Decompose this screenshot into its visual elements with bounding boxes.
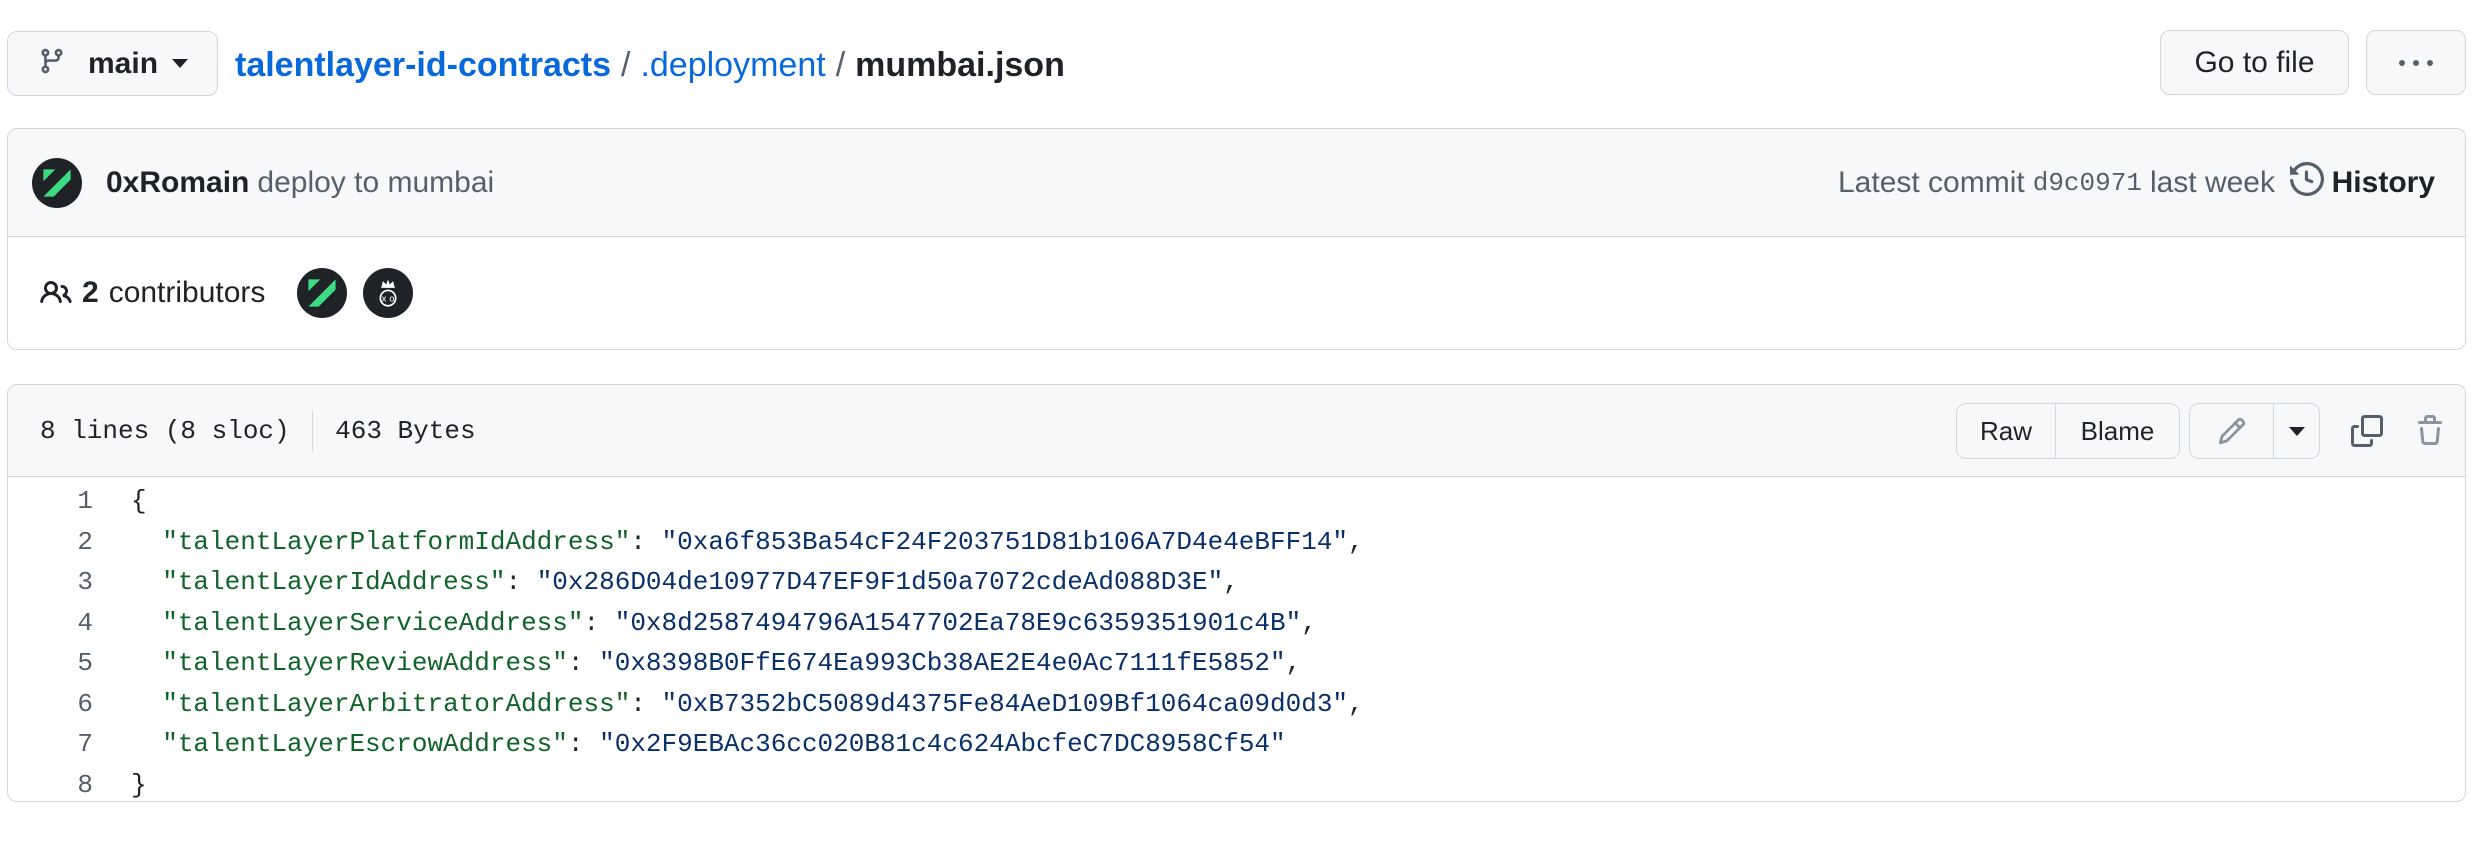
- code-line: 7 "talentLayerEscrowAddress": "0x2F9EBAc…: [8, 724, 2465, 765]
- line-number[interactable]: 4: [8, 608, 93, 638]
- talentlayer-logo-icon: [308, 279, 337, 307]
- json-colon: :: [505, 567, 537, 598]
- json-value: "0x2F9EBAc36cc020B81c4c624AbcfeC7DC8958C…: [599, 729, 1286, 760]
- line-number[interactable]: 1: [8, 486, 93, 516]
- contributors-count: 2: [82, 276, 99, 309]
- trash-icon: [2418, 415, 2442, 445]
- code-line: 6 "talentLayerArbitratorAddress": "0xB73…: [8, 684, 2465, 725]
- json-key: "talentLayerEscrowAddress": [162, 729, 568, 760]
- go-to-file-button[interactable]: Go to file: [2160, 30, 2349, 95]
- breadcrumb-separator: /: [621, 45, 631, 84]
- latest-commit-label: Latest commit: [1837, 166, 2025, 199]
- json-colon: :: [567, 729, 600, 760]
- history-link[interactable]: History: [2289, 129, 2435, 237]
- avatar[interactable]: [32, 157, 82, 208]
- breadcrumb: talentlayer-id-contracts / .deployment /…: [235, 40, 1065, 90]
- commit-author-link[interactable]: 0xRomain: [106, 166, 249, 200]
- kebab-horizontal-icon: [2399, 59, 2433, 66]
- line-number[interactable]: 8: [8, 770, 93, 800]
- avatar[interactable]: x o: [363, 268, 414, 318]
- json-key: "talentLayerReviewAddress": [162, 648, 568, 679]
- json-key: "talentLayerServiceAddress": [162, 607, 584, 638]
- blame-button[interactable]: Blame: [2055, 404, 2179, 458]
- code-view: 1 { 2 "talentLayerPlatformIdAddress": "0…: [8, 477, 2465, 802]
- breadcrumb-folder-link[interactable]: .deployment: [640, 46, 825, 85]
- line-number[interactable]: 2: [8, 527, 93, 557]
- json-comma: ,: [1223, 567, 1239, 598]
- code-line: 5 "talentLayerReviewAddress": "0x8398B0F…: [8, 643, 2465, 684]
- json-key: "talentLayerIdAddress": [162, 567, 506, 598]
- commit-time: last week: [2149, 166, 2275, 199]
- code-line: 4 "talentLayerServiceAddress": "0x8d2587…: [8, 603, 2465, 644]
- json-comma: ,: [1348, 688, 1364, 719]
- json-comma: ,: [1348, 526, 1364, 557]
- file-header: 8 lines (8 sloc) 463 Bytes Raw Blame: [8, 385, 2465, 477]
- code-line: 2 "talentLayerPlatformIdAddress": "0xa6f…: [8, 522, 2465, 563]
- branch-name: main: [88, 46, 159, 80]
- latest-commit-panel: 0xRomain deploy to mumbai Latest commit …: [7, 128, 2466, 350]
- json-comma: ,: [1285, 648, 1302, 679]
- file-size: 463 Bytes: [335, 415, 476, 446]
- git-branch-icon: [38, 47, 66, 80]
- commit-message-link[interactable]: deploy to mumbai: [257, 166, 494, 200]
- chevron-down-icon: [2288, 426, 2305, 436]
- json-colon: :: [630, 526, 662, 557]
- crown-face-icon: x o: [379, 279, 397, 307]
- contributors-row: 2 contributors x o: [8, 237, 2465, 349]
- history-label: History: [2331, 166, 2435, 199]
- json-value: "0x286D04de10977D47EF9F1d50a7072cdeAd088…: [536, 567, 1224, 598]
- json-key: "talentLayerArbitratorAddress": [162, 688, 631, 719]
- pencil-icon: [2218, 417, 2245, 445]
- branch-selector-button[interactable]: main: [7, 31, 218, 96]
- file-lines-info: 8 lines (8 sloc): [40, 415, 290, 446]
- file-navigation-bar: main talentlayer-id-contracts / .deploym…: [0, 0, 2480, 128]
- latest-commit-row: 0xRomain deploy to mumbai Latest commit …: [8, 129, 2465, 237]
- contributors-label[interactable]: contributors: [109, 276, 266, 310]
- json-close-brace: }: [131, 769, 147, 800]
- commit-meta: Latest commit d9c0971 last week: [1838, 129, 2275, 237]
- history-icon: [2289, 161, 2332, 204]
- talentlayer-logo-icon: [43, 168, 71, 197]
- svg-text:x o: x o: [382, 295, 395, 305]
- json-value: "0x8d2587494796A1547702Ea78E9c6359351901…: [614, 607, 1302, 638]
- json-value: "0xB7352bC5089d4375Fe84AeD109Bf1064ca09d…: [661, 688, 1349, 719]
- line-number[interactable]: 3: [8, 567, 93, 597]
- more-options-button[interactable]: [2366, 30, 2466, 95]
- edit-file-button[interactable]: [2190, 404, 2273, 458]
- breadcrumb-repo-link[interactable]: talentlayer-id-contracts: [235, 46, 611, 85]
- edit-dropdown-button[interactable]: [2273, 404, 2319, 458]
- raw-button[interactable]: Raw: [1957, 404, 2055, 458]
- file-viewer: 8 lines (8 sloc) 463 Bytes Raw Blame 1 {: [7, 384, 2466, 802]
- commit-sha-link[interactable]: d9c0971: [2033, 168, 2142, 198]
- breadcrumb-current-file: mumbai.json: [855, 45, 1065, 84]
- json-colon: :: [583, 607, 615, 638]
- json-colon: :: [630, 688, 662, 719]
- json-comma: ,: [1301, 607, 1317, 638]
- code-line: 1 {: [8, 481, 2465, 522]
- raw-blame-button-group: Raw Blame: [1956, 403, 2180, 459]
- line-number[interactable]: 6: [8, 689, 93, 719]
- code-line: 3 "talentLayerIdAddress": "0x286D04de109…: [8, 562, 2465, 603]
- json-colon: :: [567, 648, 600, 679]
- chevron-down-icon: [172, 59, 189, 68]
- line-number[interactable]: 5: [8, 648, 93, 678]
- code-line: 8 }: [8, 765, 2465, 802]
- json-key: "talentLayerPlatformIdAddress": [162, 526, 631, 557]
- people-icon: [40, 280, 72, 304]
- line-number[interactable]: 7: [8, 729, 93, 759]
- copy-raw-button[interactable]: [2339, 403, 2395, 459]
- breadcrumb-separator: /: [835, 45, 846, 84]
- edit-button-group: [2189, 403, 2320, 459]
- json-value: "0xa6f853Ba54cF24F203751D81b106A7D4e4eBF…: [661, 526, 1349, 557]
- delete-file-button[interactable]: [2402, 403, 2458, 459]
- json-open-brace: {: [131, 486, 147, 517]
- divider: [311, 410, 314, 451]
- json-value: "0x8398B0FfE674Ea993Cb38AE2E4e0Ac7111fE5…: [599, 648, 1286, 679]
- copy-icon: [2351, 415, 2383, 447]
- avatar[interactable]: [297, 268, 348, 318]
- contributor-avatars: x o: [297, 268, 414, 318]
